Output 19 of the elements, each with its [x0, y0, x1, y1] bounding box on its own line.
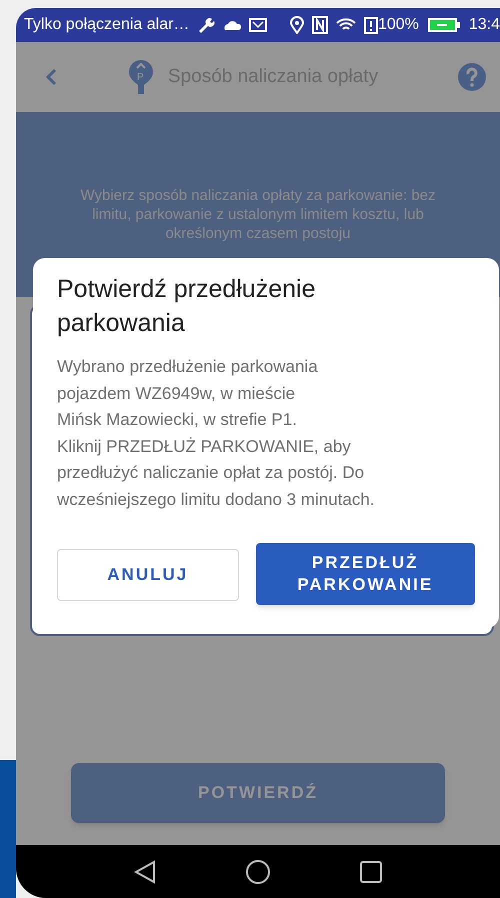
clock-time: 13:4	[468, 15, 500, 35]
mail-icon	[249, 17, 268, 33]
recents-square-icon[interactable]	[360, 860, 382, 882]
dialog-message: Wybrano przedłużenie parkowania pojazdem WZ6949w, w mieście Mińsk Mazowiecki, w strefie P1. Kliknij PRZEDŁUŻ PARKOWANIE, aby przedłużyć naliczanie opłat za postój. Do wcześniejszego limitu dodano 3 minutach.	[57, 356, 376, 510]
wrench-icon	[197, 17, 216, 33]
battery-saver-icon	[364, 16, 378, 34]
battery-icon	[426, 17, 461, 33]
notification-text: Tylko połączenia alar…	[24, 15, 190, 35]
extend-parking-button[interactable]: PRZEDŁUŻ PARKOWANIE	[256, 543, 475, 605]
back-triangle-icon[interactable]	[134, 860, 156, 884]
battery-percent: 100%	[378, 15, 419, 35]
nfc-icon	[312, 16, 328, 34]
cancel-button[interactable]: ANULUJ	[57, 549, 238, 601]
intro-text: Wybierz sposób naliczania opłaty za parkowanie: bez limitu, parkowanie z ustalonym limitem kosztu, lub określonym czasem postoju	[79, 186, 437, 243]
dialog-title: Potwierdź przedłużenie parkowania	[57, 274, 316, 339]
cloud-icon	[223, 19, 242, 31]
location-icon	[290, 16, 304, 34]
home-circle-icon[interactable]	[246, 860, 270, 884]
parking-meter-icon: P	[128, 59, 154, 95]
